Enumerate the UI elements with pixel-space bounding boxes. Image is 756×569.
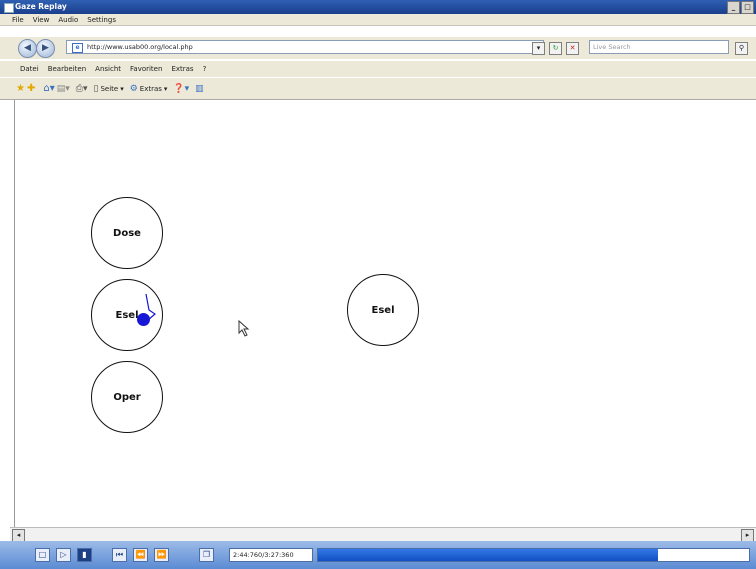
feeds-icon[interactable]: ▤▾ [57, 84, 70, 94]
menu-settings[interactable]: Settings [87, 16, 116, 24]
page-menu-icon[interactable]: ▯ [93, 84, 98, 94]
seite-menu[interactable]: Seite [100, 85, 118, 93]
replay-progress-bar[interactable] [317, 548, 750, 562]
stimulus-oper[interactable]: Oper [91, 361, 163, 433]
fast-forward-icon[interactable]: ⏩ [154, 548, 169, 562]
menu-help[interactable]: ? [203, 65, 207, 73]
help-icon[interactable]: ❓▾ [173, 84, 189, 94]
app-icon [4, 3, 14, 13]
favorites-group: ★ ✚ ⌂▾ ▤▾ ⎙▾ ▯ Seite ▾ ⚙ Extras ▾ ❓▾ ▥ [16, 83, 204, 94]
forward-arrow-icon[interactable]: ▶ [36, 39, 55, 58]
gaze-point [137, 313, 150, 326]
menu-bearbeiten[interactable]: Bearbeiten [48, 65, 86, 73]
replay-controls: □ ▷ ▮ ⏮ ⏪ ⏩ ❐ 2:44:760/3:27:360 [0, 541, 756, 569]
menu-datei[interactable]: Datei [20, 65, 39, 73]
window-toggle-icon[interactable]: ❐ [199, 548, 214, 562]
maximize-button[interactable]: □ [741, 1, 754, 14]
rewind-icon[interactable]: ⏪ [133, 548, 148, 562]
minimize-button[interactable]: _ [727, 1, 740, 14]
horizontal-scrollbar[interactable]: ◂ ▸ [10, 527, 756, 542]
refresh-icon[interactable]: ↻ [549, 42, 562, 55]
add-favorite-icon[interactable]: ✚ [27, 83, 35, 94]
research-icon[interactable]: ▥ [195, 84, 204, 94]
extras-menu[interactable]: Extras [140, 85, 162, 93]
address-dropdown-icon[interactable]: ▾ [532, 42, 545, 55]
address-text: http://www.usab00.org/local.php [87, 43, 193, 51]
extras-icon[interactable]: ⚙ [130, 84, 138, 94]
browser-addressbar: ◀ ▶ e http://www.usab00.org/local.php ▾ … [0, 37, 756, 59]
stop-button-icon[interactable]: □ [35, 548, 50, 562]
star-icon[interactable]: ★ [16, 83, 25, 94]
seite-chevron-icon: ▾ [120, 84, 124, 93]
browser-toolbar: ★ ✚ ⌂▾ ▤▾ ⎙▾ ▯ Seite ▾ ⚙ Extras ▾ ❓▾ ▥ [0, 78, 756, 100]
window-controls: _ □ [727, 1, 754, 14]
address-field[interactable]: e http://www.usab00.org/local.php [66, 40, 544, 54]
window-titlebar: Gaze Replay _ □ [0, 0, 756, 14]
window-title: Gaze Replay [15, 2, 67, 11]
time-display: 2:44:760/3:27:360 [229, 548, 313, 562]
pause-button-icon[interactable]: ▮ [77, 548, 92, 562]
back-arrow-icon[interactable]: ◀ [18, 39, 37, 58]
window-menubar: File View Audio Settings [0, 14, 756, 26]
mouse-cursor-icon [238, 320, 250, 337]
search-input[interactable]: Live Search [589, 40, 729, 54]
search-icon[interactable]: ⚲ [735, 42, 748, 55]
menu-extras[interactable]: Extras [171, 65, 193, 73]
skip-start-icon[interactable]: ⏮ [112, 548, 127, 562]
page-icon: e [72, 43, 83, 53]
menu-file[interactable]: File [12, 16, 24, 24]
stop-icon[interactable]: ✕ [566, 42, 579, 55]
print-icon[interactable]: ⎙▾ [76, 84, 88, 94]
menu-audio[interactable]: Audio [58, 16, 78, 24]
menu-favoriten[interactable]: Favoriten [130, 65, 162, 73]
extras-chevron-icon: ▾ [163, 84, 168, 93]
stimulus-dose[interactable]: Dose [91, 197, 163, 269]
home-icon[interactable]: ⌂▾ [43, 83, 54, 94]
replay-progress-fill [318, 549, 659, 561]
menu-view[interactable]: View [33, 16, 50, 24]
menu-ansicht[interactable]: Ansicht [95, 65, 121, 73]
target-esel[interactable]: Esel [347, 274, 419, 346]
browser-menubar: Datei Bearbeiten Ansicht Favoriten Extra… [0, 61, 756, 77]
play-button-icon[interactable]: ▷ [56, 548, 71, 562]
